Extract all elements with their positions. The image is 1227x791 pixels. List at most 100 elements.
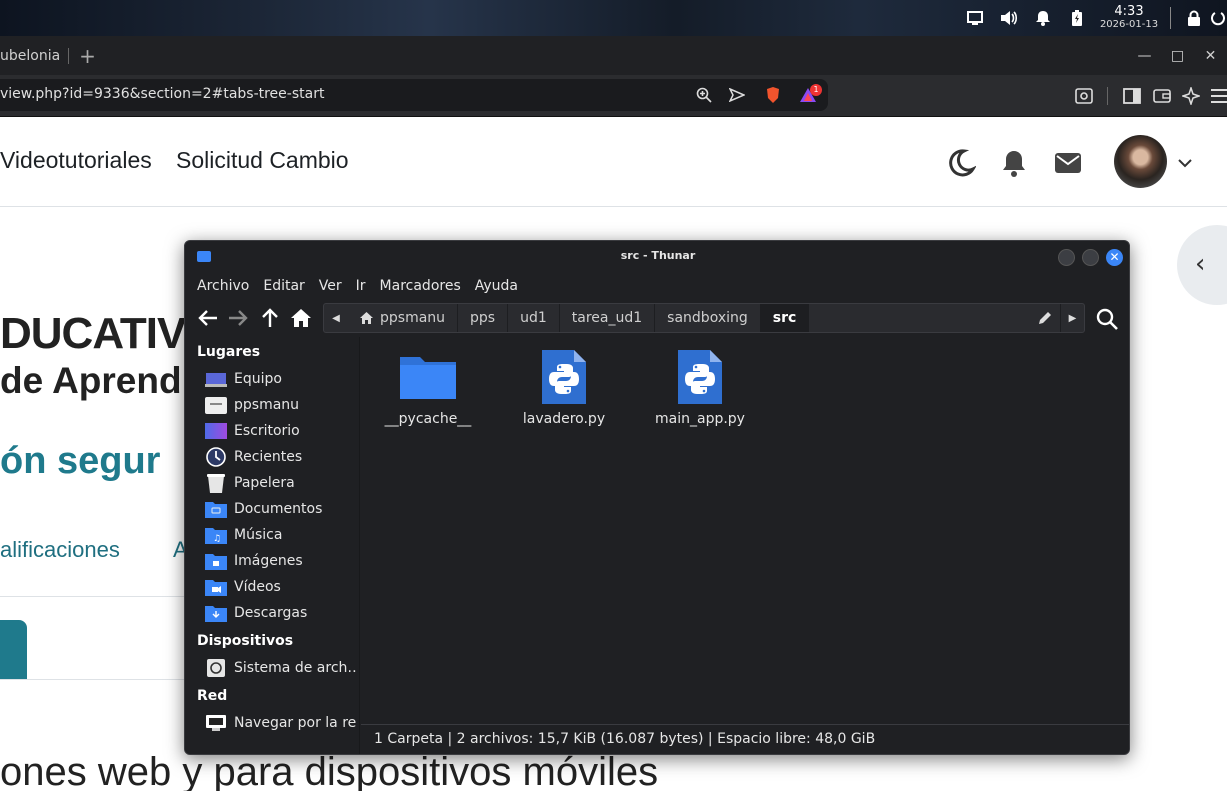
sidebar-item-documentos[interactable]: Documentos [205, 497, 357, 521]
breadcrumb-ppsmanu[interactable]: ppsmanu [348, 304, 459, 332]
menu-marcadores[interactable]: Marcadores [380, 278, 461, 294]
forward-arrow-icon[interactable] [226, 306, 250, 330]
menu-editar[interactable]: Editar [263, 278, 304, 294]
notifications-bell-icon[interactable] [998, 147, 1030, 179]
url-text[interactable]: view.php?id=9336&section=2#tabs-tree-sta… [0, 86, 324, 102]
clock-date: 2026-01-13 [1099, 19, 1159, 30]
sidebar-item-musica[interactable]: ♫ Música [205, 523, 357, 547]
menu-ayuda[interactable]: Ayuda [475, 278, 518, 294]
sidebar-item-videos[interactable]: Vídeos [205, 575, 357, 599]
menu-ir[interactable]: Ir [356, 278, 366, 294]
address-bar[interactable]: view.php?id=9336&section=2#tabs-tree-sta… [0, 79, 828, 111]
sidebar-item-escritorio[interactable]: Escritorio [205, 419, 357, 443]
zoom-icon[interactable] [694, 85, 714, 105]
sidebar-item-sistema-de-archivos[interactable]: Sistema de arch… [205, 656, 357, 680]
breadcrumb-tarea-ud1[interactable]: tarea_ud1 [560, 304, 656, 332]
sidebar-item-label: ppsmanu [234, 397, 300, 413]
sidebar-item-navegar-red[interactable]: Navegar por la red [205, 711, 357, 735]
sidebar-item-ppsmanu[interactable]: ppsmanu [205, 393, 357, 417]
breadcrumb-right-icon[interactable]: ▶ [1060, 304, 1084, 332]
sidebar-item-label: Sistema de arch… [234, 660, 357, 676]
file-item-lavadero[interactable]: lavadero.py [509, 347, 619, 427]
tab-title: ubelonia [0, 47, 61, 64]
sidebar-item-label: Papelera [234, 475, 295, 491]
brave-shields-icon[interactable] [763, 85, 783, 105]
sidebar-item-label: Imágenes [234, 553, 303, 569]
panel-separator [1170, 7, 1171, 29]
send-icon[interactable] [727, 85, 747, 105]
breadcrumb-src[interactable]: src [760, 304, 810, 332]
sidebar-item-recientes[interactable]: Recientes [205, 445, 357, 469]
file-name: __pycache__ [384, 411, 472, 427]
thunar-titlebar[interactable]: src - Thunar ✕ [185, 241, 1129, 273]
sidebar-item-imagenes[interactable]: Imágenes [205, 549, 357, 573]
screenshot-icon[interactable] [1073, 85, 1095, 107]
file-view[interactable]: __pycache__ lavadero.py main_app.py [361, 337, 1129, 722]
menu-archivo[interactable]: Archivo [197, 278, 249, 294]
breadcrumb-ud1[interactable]: ud1 [508, 304, 560, 332]
minimize-button[interactable] [1058, 249, 1075, 266]
clock[interactable]: 4:33 2026-01-13 [1094, 0, 1164, 36]
network-heading: Red [197, 688, 228, 704]
minimize-icon[interactable]: — [1128, 48, 1161, 64]
file-item-pycache[interactable]: __pycache__ [373, 347, 483, 427]
new-tab-button[interactable]: + [79, 46, 96, 66]
breadcrumb-sandboxing[interactable]: sandboxing [655, 304, 761, 332]
close-button[interactable]: ✕ [1106, 249, 1123, 266]
status-bar: 1 Carpeta | 2 archivos: 15,7 KiB (16.087… [361, 724, 1129, 754]
volume-icon[interactable] [992, 0, 1026, 36]
sidebar-icon[interactable] [1121, 85, 1143, 107]
sidebar-item-label: Documentos [234, 501, 323, 517]
power-icon[interactable] [1211, 0, 1227, 36]
sidebar-item-label: Recientes [234, 449, 303, 465]
devices-heading: Dispositivos [197, 633, 294, 649]
sidebar-item-equipo[interactable]: Equipo [205, 367, 357, 391]
course-section-tab[interactable] [0, 620, 27, 680]
menu-icon[interactable] [1208, 85, 1227, 107]
section-heading: ones web y para dispositivos móviles [0, 750, 659, 791]
edit-location-icon[interactable] [1030, 304, 1060, 332]
sidebar-item-descargas[interactable]: Descargas [205, 601, 357, 625]
maximize-button[interactable] [1082, 249, 1099, 266]
notifications-icon[interactable] [1026, 0, 1060, 36]
up-arrow-icon[interactable] [258, 306, 282, 330]
battery-icon[interactable] [1060, 0, 1094, 36]
search-icon[interactable] [1094, 306, 1120, 332]
chevron-down-icon[interactable] [1170, 147, 1200, 179]
downloads-folder-icon [205, 604, 227, 622]
svg-text:♫: ♫ [213, 534, 221, 544]
dark-mode-icon[interactable] [945, 147, 977, 179]
screen-icon[interactable] [958, 0, 992, 36]
file-item-main-app[interactable]: main_app.py [645, 347, 755, 427]
drawer-toggle-button[interactable]: ‹ [1177, 225, 1227, 305]
sidebar-item-label: Equipo [234, 371, 282, 387]
sidebar-item-label: Vídeos [234, 579, 281, 595]
home-icon[interactable] [289, 306, 313, 330]
sidebar-item-papelera[interactable]: Papelera [205, 471, 357, 495]
nav-link-solicitud-cambio[interactable]: Solicitud Cambio [176, 147, 349, 174]
back-arrow-icon[interactable] [196, 306, 220, 330]
location-breadcrumb: ◀ ppsmanu pps ud1 tarea_ud1 sandboxing s… [323, 303, 1085, 333]
videos-folder-icon [205, 578, 227, 596]
documents-folder-icon [205, 500, 227, 518]
browser-tab[interactable]: ubelonia + [0, 40, 96, 71]
status-text: 1 Carpeta | 2 archivos: 15,7 KiB (16.087… [374, 731, 876, 747]
close-icon[interactable]: ✕ [1194, 48, 1227, 64]
messages-icon[interactable] [1052, 147, 1084, 179]
browser-window-controls: — □ ✕ [1128, 40, 1227, 71]
nav-link-videotutoriales[interactable]: Videotutoriales [0, 147, 152, 174]
maximize-icon[interactable]: □ [1161, 48, 1194, 64]
breadcrumb-label: ppsmanu [380, 310, 446, 326]
lock-icon[interactable] [1177, 0, 1211, 36]
breadcrumb-left-icon[interactable]: ◀ [324, 304, 348, 332]
menu-ver[interactable]: Ver [319, 278, 342, 294]
folder-icon [398, 347, 458, 407]
tab-calificaciones[interactable]: alificaciones [0, 537, 120, 563]
leo-ai-icon[interactable] [1180, 85, 1202, 107]
breadcrumb-pps[interactable]: pps [458, 304, 509, 332]
avatar[interactable] [1114, 135, 1167, 188]
places-heading: Lugares [197, 344, 261, 360]
wallet-icon[interactable] [1151, 85, 1173, 107]
breadcrumb-empty-space[interactable] [809, 304, 1030, 332]
site-navbar: Videotutoriales Solicitud Cambio [0, 117, 1227, 207]
